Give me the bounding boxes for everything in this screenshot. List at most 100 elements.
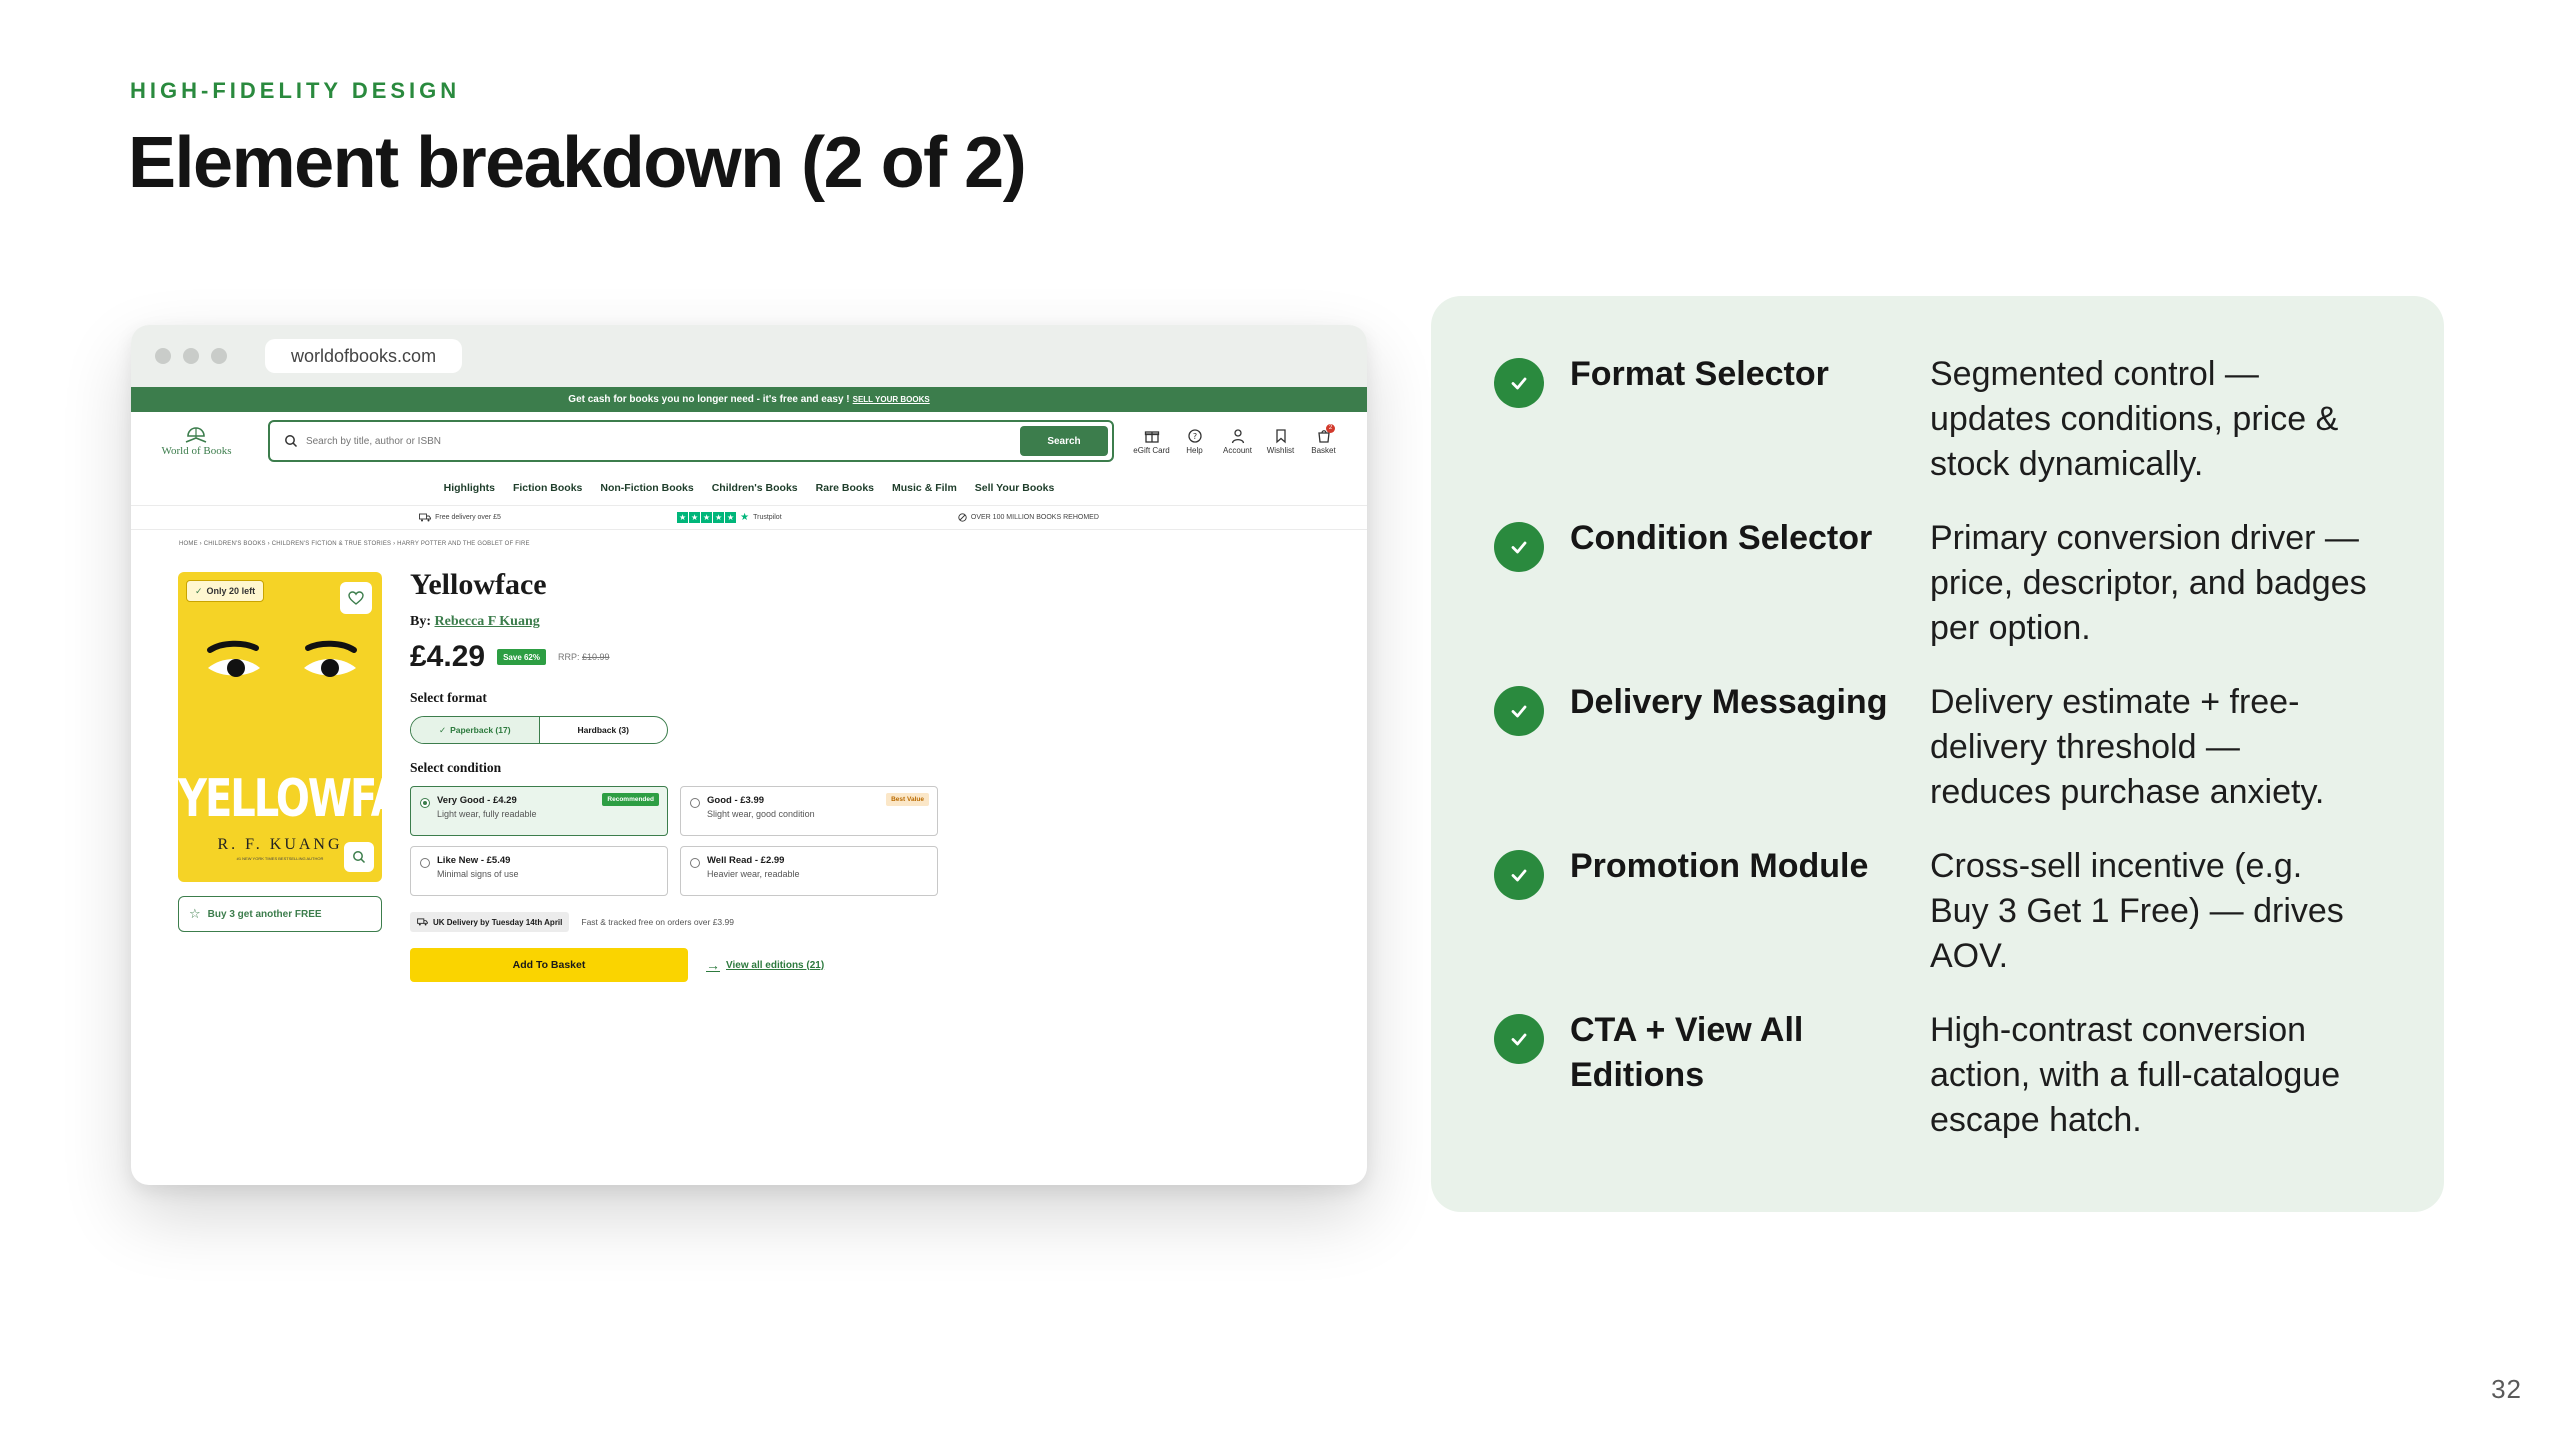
nav-item-music-film[interactable]: Music & Film bbox=[892, 482, 957, 494]
delivery-pill: UK Delivery by Tuesday 14th April bbox=[410, 912, 570, 932]
format-option-label: Hardback (3) bbox=[577, 725, 630, 735]
feature-promotion-module: Promotion Module Cross-sell incentive (e… bbox=[1494, 844, 2444, 1008]
format-option-label: Paperback (17) bbox=[450, 725, 511, 735]
nav-item-highlights[interactable]: Highlights bbox=[444, 482, 495, 494]
check-circle-icon bbox=[1494, 358, 1544, 408]
check-circle-icon bbox=[1494, 1014, 1544, 1064]
condition-well-read[interactable]: Well Read - £2.99 Heavier wear, readable bbox=[680, 846, 938, 896]
author-link[interactable]: Rebecca F Kuang bbox=[435, 614, 540, 629]
condition-label: Select condition bbox=[410, 760, 502, 775]
radio-button[interactable] bbox=[690, 798, 700, 808]
format-option-hardback[interactable]: Hardback (3) bbox=[540, 717, 668, 743]
promotion-chip[interactable]: ☆ Buy 3 get another FREE bbox=[178, 896, 382, 932]
account-label: Account bbox=[1223, 445, 1252, 455]
feature-name: Delivery Messaging bbox=[1570, 683, 1888, 721]
nav-item-sell[interactable]: Sell Your Books bbox=[975, 482, 1055, 494]
window-dot-maximize[interactable] bbox=[211, 348, 227, 364]
condition-desc: Slight wear, good condition bbox=[707, 809, 815, 819]
browser-mockup: worldofbooks.com Get cash for books you … bbox=[131, 325, 1367, 1185]
add-to-basket-button[interactable]: Add To Basket bbox=[410, 948, 688, 982]
rrp: RRP: £10.99 bbox=[558, 652, 610, 662]
eyebrow-label: HIGH-FIDELITY DESIGN bbox=[130, 78, 461, 103]
condition-like-new[interactable]: Like New - £5.49 Minimal signs of use bbox=[410, 846, 668, 896]
logo-text: World of Books bbox=[161, 444, 232, 457]
features-panel: Format Selector Segmented control — upda… bbox=[1431, 296, 2444, 1212]
radio-button[interactable] bbox=[420, 798, 430, 808]
feature-cta-view-all: CTA + View All Editions High-contrast co… bbox=[1494, 1008, 2444, 1172]
format-label: Select format bbox=[410, 690, 487, 705]
product-title: Yellowface bbox=[410, 568, 547, 601]
egift-card-button[interactable]: eGift Card bbox=[1130, 428, 1173, 455]
truck-icon bbox=[417, 918, 428, 926]
nav-item-childrens[interactable]: Children's Books bbox=[712, 482, 798, 494]
main-nav: Highlights Fiction Books Non-Fiction Boo… bbox=[131, 470, 1367, 506]
basket-button[interactable]: 2 Basket bbox=[1302, 423, 1345, 455]
search-input[interactable] bbox=[305, 435, 1020, 447]
window-dot-minimize[interactable] bbox=[183, 348, 199, 364]
nav-item-fiction[interactable]: Fiction Books bbox=[513, 482, 582, 494]
nav-item-rare[interactable]: Rare Books bbox=[816, 482, 874, 494]
wishlist-heart-button[interactable] bbox=[340, 582, 372, 614]
usp-free-delivery: Free delivery over £5 bbox=[419, 513, 501, 522]
window-dot-close[interactable] bbox=[155, 348, 171, 364]
stock-tag-text: Only 20 left bbox=[206, 586, 256, 596]
condition-name: Like New - £5.49 bbox=[437, 855, 511, 866]
by-label: By: bbox=[410, 614, 431, 629]
rrp-value: £10.99 bbox=[582, 652, 610, 662]
condition-good[interactable]: Good - £3.99 Slight wear, good condition… bbox=[680, 786, 938, 836]
feature-format-selector: Format Selector Segmented control — upda… bbox=[1494, 352, 2444, 516]
price: £4.29 bbox=[410, 640, 486, 673]
browser-chrome: worldofbooks.com bbox=[131, 325, 1367, 387]
rrp-label: RRP: bbox=[558, 652, 580, 662]
feature-name: CTA + View All Editions bbox=[1570, 1011, 1804, 1094]
condition-selector: Very Good - £4.29 Light wear, fully read… bbox=[410, 786, 938, 896]
star-icon: ★ bbox=[689, 512, 701, 523]
product-section: ✓ Only 20 left YELLOWFACE R. F. KUANG #1… bbox=[131, 558, 1367, 1118]
usp-delivery-text: Free delivery over £5 bbox=[435, 514, 501, 521]
user-icon bbox=[1231, 428, 1244, 443]
bookmark-icon bbox=[1275, 428, 1286, 443]
price-row: £4.29 Save 62% RRP: £10.99 bbox=[410, 640, 938, 674]
wishlist-button[interactable]: Wishlist bbox=[1259, 428, 1302, 455]
heart-icon bbox=[348, 591, 364, 605]
best-value-badge: Best Value bbox=[886, 793, 929, 806]
site-logo[interactable]: World of Books bbox=[153, 426, 240, 457]
slide-title: Element breakdown (2 of 2) bbox=[128, 123, 1027, 203]
trustpilot-logo-icon: ★ bbox=[740, 512, 750, 523]
delivery-messaging: UK Delivery by Tuesday 14th April Fast &… bbox=[410, 912, 938, 932]
address-bar[interactable]: worldofbooks.com bbox=[265, 339, 463, 373]
delivery-note: Fast & tracked free on orders over £3.99 bbox=[581, 917, 734, 927]
format-option-paperback[interactable]: ✓ Paperback (17) bbox=[411, 717, 540, 743]
basket-count-badge: 2 bbox=[1326, 423, 1335, 433]
truck-icon bbox=[419, 513, 432, 522]
magnifier-icon bbox=[353, 851, 366, 864]
feature-desc: Cross-sell incentive (e.g. Buy 3 Get 1 F… bbox=[1930, 847, 2344, 975]
search-icon bbox=[285, 435, 297, 448]
condition-very-good[interactable]: Very Good - £4.29 Light wear, fully read… bbox=[410, 786, 668, 836]
basket-label: Basket bbox=[1311, 445, 1336, 455]
account-button[interactable]: Account bbox=[1216, 428, 1259, 455]
help-button[interactable]: ? Help bbox=[1173, 428, 1216, 455]
cover-eyes-illustration bbox=[207, 640, 357, 677]
book-cover[interactable]: ✓ Only 20 left YELLOWFACE R. F. KUANG #1… bbox=[178, 572, 382, 882]
cover-title: YELLOWFACE bbox=[178, 769, 382, 829]
radio-button[interactable] bbox=[420, 858, 430, 868]
help-label: Help bbox=[1186, 445, 1203, 455]
feature-desc: Segmented control — updates conditions, … bbox=[1930, 355, 2339, 483]
view-all-editions-link[interactable]: → View all editions (21) bbox=[706, 957, 824, 973]
sell-your-books-link[interactable]: SELL YOUR BOOKS bbox=[853, 395, 930, 404]
feature-name: Condition Selector bbox=[1570, 519, 1873, 557]
recommended-badge: Recommended bbox=[602, 793, 659, 806]
zoom-button[interactable] bbox=[344, 842, 374, 872]
breadcrumb[interactable]: HOME › CHILDREN'S BOOKS › CHILDREN'S FIC… bbox=[131, 530, 1367, 558]
trustpilot-text: Trustpilot bbox=[753, 514, 782, 521]
usp-rehomed-text: OVER 100 MILLION BOOKS REHOMED bbox=[970, 514, 1099, 521]
wishlist-label: Wishlist bbox=[1266, 445, 1295, 455]
leaf-icon bbox=[958, 513, 967, 522]
search-button[interactable]: Search bbox=[1020, 426, 1108, 456]
check-circle-icon bbox=[1494, 522, 1544, 572]
byline: By: Rebecca F Kuang bbox=[410, 614, 938, 630]
radio-button[interactable] bbox=[690, 858, 700, 868]
nav-item-non-fiction[interactable]: Non-Fiction Books bbox=[600, 482, 693, 494]
site-header: World of Books Search eGift Card ? Help … bbox=[131, 412, 1367, 470]
